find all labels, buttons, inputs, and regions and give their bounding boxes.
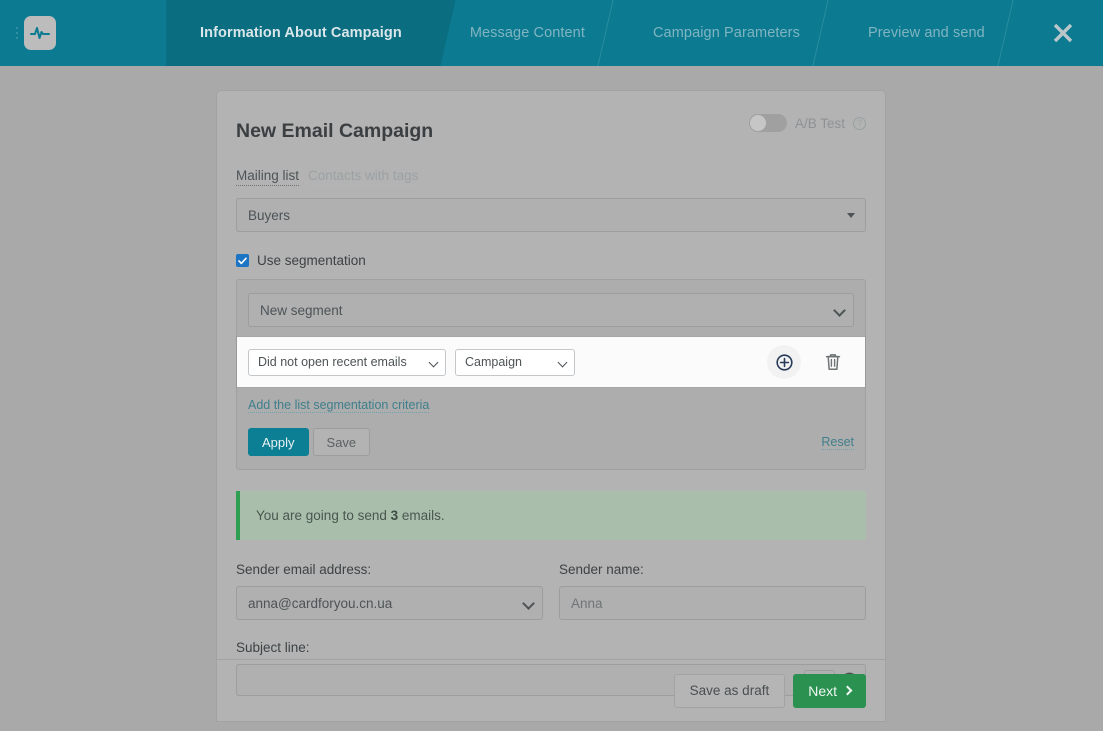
question-circle-icon[interactable]: ? [853,116,866,130]
plus-circle-icon [775,353,793,371]
tab-preview-and-send[interactable]: Preview and send [834,0,1019,66]
criteria-target-select[interactable] [455,348,575,376]
tab-contacts-with-tags[interactable]: Contacts with tags [308,168,419,186]
ab-test-group: A/B Test ? [748,114,866,132]
use-segmentation-checkbox[interactable] [236,254,249,267]
apply-segmentation-button[interactable]: Apply [248,428,309,456]
wizard-topbar: Information About Campaign Message Conte… [0,0,1103,66]
tab-message-content[interactable]: Message Content [436,0,619,66]
segment-select-wrapper [248,293,854,327]
segmentation-panel: Add the list segmentation criteria Apply… [236,279,866,470]
criteria-condition-select[interactable] [248,348,446,376]
sender-fields-row: Sender email address: Sender name: [236,562,866,620]
chevron-right-icon [842,685,853,696]
alert-count: 3 [390,508,399,523]
use-segmentation-label: Use segmentation [257,253,366,268]
sender-email-select[interactable] [236,586,543,620]
tab-campaign-parameters[interactable]: Campaign Parameters [619,0,834,66]
save-as-draft-button[interactable]: Save as draft [673,673,786,708]
add-list-segmentation-criteria-link[interactable]: Add the list segmentation criteria [248,398,430,413]
segmentation-criteria-row [237,337,865,387]
criteria-actions [767,345,854,379]
tab-label: Campaign Parameters [652,25,800,41]
drag-dots-icon[interactable] [14,25,20,41]
app-logo-group [14,0,56,66]
tab-label: Preview and send [867,25,985,41]
segment-select[interactable] [248,293,854,327]
list-source-tabs: Mailing list Contacts with tags [236,168,866,186]
pulse-activity-icon[interactable] [24,16,56,50]
tab-mailing-list[interactable]: Mailing list [236,168,300,186]
next-button-label: Next [808,682,837,699]
ab-test-label: A/B Test [794,115,845,131]
tab-label: Message Content [469,25,585,41]
subject-line-label: Subject line: [236,640,310,655]
page-background: New Email Campaign A/B Test ? Mailing li… [0,66,1103,731]
recipient-count-alert: You are going to send 3 emails. [236,491,866,540]
next-button[interactable]: Next [793,673,866,708]
close-x-icon[interactable] [1041,0,1085,66]
sender-name-input[interactable] [559,586,866,620]
mailing-list-select[interactable] [236,198,866,232]
tab-information-about-campaign[interactable]: Information About Campaign [166,0,436,66]
wizard-tabs: Information About Campaign Message Conte… [166,0,1019,66]
sender-email-field-group: Sender email address: [236,562,543,620]
alert-text-before: You are going to send [256,508,391,523]
save-segmentation-button[interactable]: Save [312,428,371,456]
reset-segmentation-link[interactable]: Reset [821,435,854,450]
alert-text-after: emails. [398,508,445,523]
add-criteria-button[interactable] [767,345,801,379]
new-email-campaign-card: New Email Campaign A/B Test ? Mailing li… [216,90,886,722]
tab-label: Information About Campaign [200,25,402,41]
criteria-condition-wrapper [248,348,446,376]
ab-test-toggle[interactable] [748,114,787,132]
criteria-target-wrapper [455,348,575,376]
sender-name-field-group: Sender name: [559,562,866,620]
sender-email-label: Sender email address: [236,562,372,577]
delete-criteria-button[interactable] [825,353,841,371]
trash-icon [825,354,841,370]
use-segmentation-row: Use segmentation [236,253,866,268]
mailing-list-select-wrapper [236,198,866,232]
card-footer: Save as draft Next [217,659,885,721]
sender-email-select-wrapper [236,586,543,620]
segmentation-buttons: Apply Save Reset [248,428,854,456]
sender-name-label: Sender name: [559,562,644,577]
